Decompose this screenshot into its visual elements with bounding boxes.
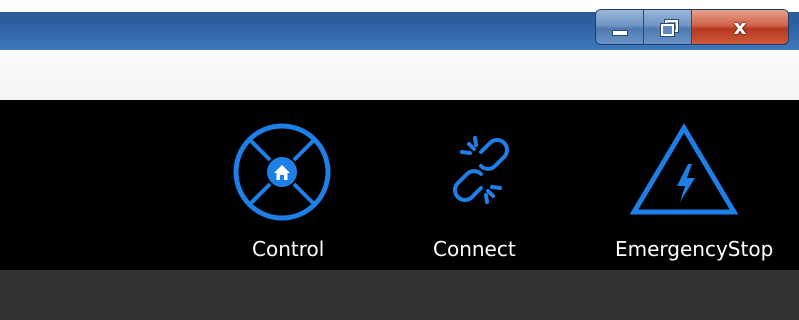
connect-label: Connect <box>433 237 516 261</box>
window-controls: x <box>596 10 788 44</box>
control-button[interactable]: Control <box>225 100 345 270</box>
minimize-button[interactable] <box>596 10 644 44</box>
menu-strip <box>0 50 799 100</box>
connect-button[interactable]: Connect <box>420 100 540 270</box>
restore-icon <box>660 20 678 36</box>
toolbar: Control Connect EmergencyStop <box>0 100 799 270</box>
control-label: Control <box>252 237 325 261</box>
home-target-icon <box>233 123 331 221</box>
content-area <box>0 270 799 320</box>
broken-link-icon <box>453 136 509 204</box>
app-window: x Control Connect EmergencyStop <box>0 0 799 320</box>
emergency-stop-button[interactable]: EmergencyStop <box>612 100 792 270</box>
close-icon: x <box>733 15 747 39</box>
title-bar[interactable]: x <box>0 0 799 50</box>
warning-lightning-icon <box>629 123 739 215</box>
restore-button[interactable] <box>644 10 692 44</box>
emergency-stop-label: EmergencyStop <box>615 237 774 261</box>
close-button[interactable]: x <box>692 10 788 44</box>
minimize-icon <box>611 30 628 36</box>
